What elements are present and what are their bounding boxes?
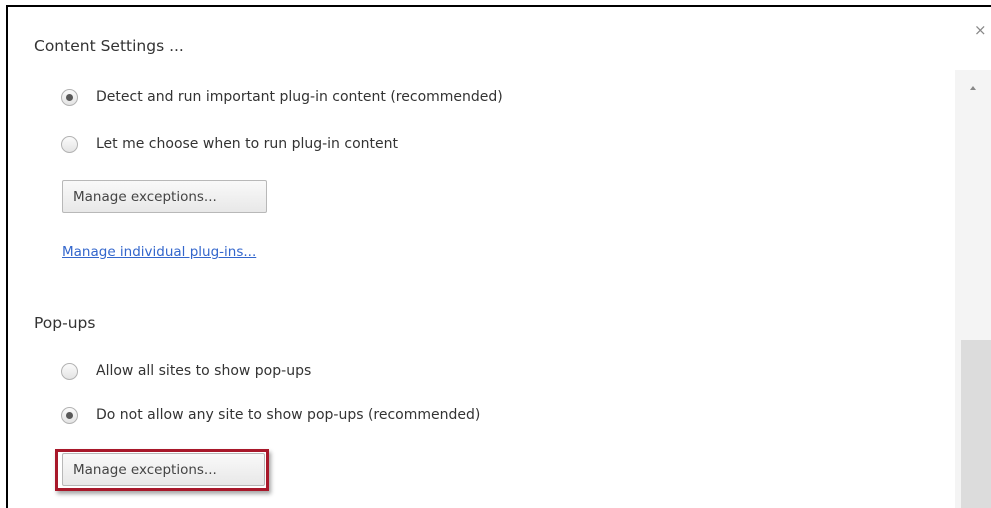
highlight-box: [55, 449, 269, 491]
manage-individual-plugins-link[interactable]: Manage individual plug-ins...: [62, 244, 256, 260]
dialog-title: Content Settings ...: [34, 37, 184, 55]
radio-button-checked[interactable]: [61, 88, 78, 106]
radio-option-block-popups[interactable]: Do not allow any site to show pop-ups (r…: [61, 404, 480, 426]
radio-button[interactable]: [61, 135, 78, 153]
scrollbar-thumb[interactable]: [961, 340, 991, 508]
radio-button-checked[interactable]: [61, 406, 78, 424]
radio-label: Allow all sites to show pop-ups: [96, 363, 312, 379]
radio-option-detect-plugins[interactable]: Detect and run important plug-in content…: [61, 86, 503, 108]
radio-label: Detect and run important plug-in content…: [96, 89, 503, 105]
radio-option-allow-popups[interactable]: Allow all sites to show pop-ups: [61, 360, 311, 382]
radio-option-choose-plugins[interactable]: Let me choose when to run plug-in conten…: [61, 133, 398, 155]
radio-label: Let me choose when to run plug-in conten…: [96, 136, 398, 152]
scroll-up-arrow-icon[interactable]: [970, 86, 976, 90]
close-icon[interactable]: ×: [974, 23, 987, 38]
popups-section-title: Pop-ups: [34, 314, 96, 332]
plugins-manage-exceptions-button[interactable]: Manage exceptions...: [62, 180, 267, 213]
radio-button[interactable]: [61, 362, 78, 380]
radio-label: Do not allow any site to show pop-ups (r…: [96, 407, 481, 423]
